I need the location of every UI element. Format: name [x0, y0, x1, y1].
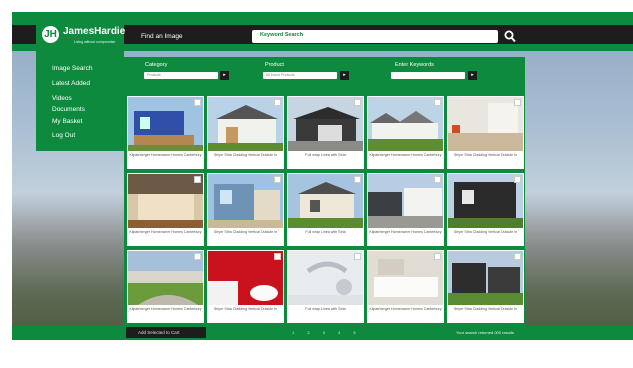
tile-thumbnail[interactable] [448, 251, 523, 305]
tile-thumbnail[interactable] [368, 251, 443, 305]
image-tile[interactable]: Stryer Stria Cladding Vertical Outside I… [447, 173, 524, 246]
keywords-go-button[interactable]: ▸ [468, 71, 477, 80]
tile-select-checkbox[interactable] [274, 253, 281, 260]
tile-thumbnail[interactable] [128, 97, 203, 151]
image-tile[interactable]: Kilpatrberger Homeowner Homes Canterbury [127, 96, 204, 169]
add-to-cart-button[interactable]: Add Selected to Cart [126, 327, 206, 338]
search-placeholder: Keyword Search [260, 32, 304, 38]
category-label: Category [145, 62, 168, 68]
tile-select-checkbox[interactable] [434, 99, 441, 106]
category-go-button[interactable]: ▸ [220, 71, 229, 80]
image-tile[interactable]: Kilpatrberger Homeowner Homes Canterbury [367, 173, 444, 246]
image-tile[interactable]: Stryer Stria Cladding Vertical Outside I… [207, 250, 284, 323]
tile-thumbnail[interactable] [128, 251, 203, 305]
tile-thumbnail[interactable] [208, 97, 283, 151]
tile-caption: Kilpatrberger Homeowner Homes Canterbury [369, 153, 442, 157]
menu-item-videos[interactable]: Videos [52, 95, 72, 102]
tile-caption: Stryer Stria Cladding Vertical Outside I… [453, 307, 518, 311]
image-tile[interactable]: Stryer Stria Cladding Vertical Outside I… [447, 250, 524, 323]
category-value: Products [147, 73, 161, 77]
tile-thumbnail[interactable] [448, 97, 523, 151]
tile-select-checkbox[interactable] [514, 176, 521, 183]
keywords-input[interactable] [391, 72, 465, 79]
image-tile[interactable]: Stryer Stria Cladding Vertical Outside I… [207, 96, 284, 169]
tile-thumbnail[interactable] [448, 174, 523, 228]
pagination[interactable]: 1 2 3 4 5 [292, 330, 362, 335]
top-margin [0, 0, 633, 12]
tile-select-checkbox[interactable] [434, 253, 441, 260]
tile-caption: Kilpatrberger Homeowner Homes Canterbury [129, 230, 202, 234]
menu-item-latest-added[interactable]: Latest Added [52, 80, 90, 87]
tile-select-checkbox[interactable] [194, 176, 201, 183]
image-tile[interactable]: Kilpatrberger Homeowner Homes Canterbury [127, 250, 204, 323]
tile-caption: Stryer Stria Cladding Vertical Outside I… [213, 153, 278, 157]
tile-caption: Stryer Stria Cladding Vertical Outside I… [213, 230, 278, 234]
tile-select-checkbox[interactable] [354, 253, 361, 260]
brand-name: JamesHardie [63, 26, 126, 37]
tile-caption: Kilpatrberger Homeowner Homes Canterbury [129, 153, 202, 157]
tile-caption: Kilpatrberger Homeowner Homes Canterbury [369, 230, 442, 234]
find-image-label: Find an Image [141, 33, 183, 40]
tile-thumbnail[interactable] [208, 251, 283, 305]
tile-select-checkbox[interactable] [354, 176, 361, 183]
tile-thumbnail[interactable] [288, 174, 363, 228]
tile-caption: Full wrap Linea with Stria [305, 307, 346, 311]
search-icon [504, 30, 516, 43]
tile-caption: Stryer Stria Cladding Vertical Outside I… [453, 153, 518, 157]
left-margin [0, 0, 12, 368]
tile-caption: Full wrap Linea with Stria [305, 153, 346, 157]
product-label: Product [265, 62, 284, 68]
search-button[interactable] [503, 29, 517, 44]
side-menu: Image Search Latest Added Videos Documen… [36, 57, 124, 151]
menu-item-log-out[interactable]: Log Out [52, 132, 75, 139]
tile-select-checkbox[interactable] [194, 99, 201, 106]
tile-select-checkbox[interactable] [514, 253, 521, 260]
tile-select-checkbox[interactable] [274, 176, 281, 183]
product-go-button[interactable]: ▸ [340, 71, 349, 80]
tile-select-checkbox[interactable] [274, 99, 281, 106]
page-footer-area [0, 340, 633, 368]
product-select[interactable]: All brand Products [263, 72, 337, 79]
image-tile[interactable]: Full wrap Linea with Stria [287, 173, 364, 246]
menu-item-my-basket[interactable]: My Basket [52, 118, 82, 125]
tile-thumbnail[interactable] [368, 97, 443, 151]
tile-caption: Kilpatrberger Homeowner Homes Canterbury [369, 307, 442, 311]
category-select[interactable]: Products [144, 72, 218, 79]
filter-bar: Category Products ▸ Product All brand Pr… [124, 57, 525, 93]
image-tile[interactable]: Kilpatrberger Homeowner Homes Canterbury [127, 173, 204, 246]
tile-caption: Stryer Stria Cladding Vertical Outside I… [453, 230, 518, 234]
tile-caption: Stryer Stria Cladding Vertical Outside I… [213, 307, 278, 311]
tile-thumbnail[interactable] [288, 97, 363, 151]
image-tile[interactable]: Kilpatrberger Homeowner Homes Canterbury [367, 250, 444, 323]
brand-logo[interactable]: JH JamesHardie Living without compromise [36, 12, 126, 57]
tile-thumbnail[interactable] [208, 174, 283, 228]
brand-tagline: Living without compromise [74, 40, 116, 44]
image-tile[interactable]: Kilpatrberger Homeowner Homes Canterbury [367, 96, 444, 169]
tile-select-checkbox[interactable] [194, 253, 201, 260]
tile-thumbnail[interactable] [368, 174, 443, 228]
tile-select-checkbox[interactable] [514, 99, 521, 106]
image-tile[interactable]: Stryer Stria Cladding Vertical Outside I… [207, 173, 284, 246]
tile-thumbnail[interactable] [288, 251, 363, 305]
tile-caption: Full wrap Linea with Stria [305, 230, 346, 234]
menu-item-documents[interactable]: Documents [52, 106, 85, 113]
tile-select-checkbox[interactable] [434, 176, 441, 183]
image-tile[interactable]: Full wrap Linea with Stria [287, 250, 364, 323]
tile-thumbnail[interactable] [128, 174, 203, 228]
menu-item-image-search[interactable]: Image Search [52, 65, 92, 72]
keywords-label: Enter Keywords [395, 62, 434, 68]
image-tile[interactable]: Full wrap Linea with Stria [287, 96, 364, 169]
tile-caption: Kilpatrberger Homeowner Homes Canterbury [129, 307, 202, 311]
logo-mark-icon: JH [42, 26, 59, 43]
image-tile[interactable]: Stryer Stria Cladding Vertical Outside I… [447, 96, 524, 169]
tile-select-checkbox[interactable] [354, 99, 361, 106]
product-value: All brand Products [266, 73, 295, 77]
results-count: Your search returned 000 results [456, 330, 514, 335]
keyword-search-input[interactable]: Keyword Search [252, 30, 498, 43]
